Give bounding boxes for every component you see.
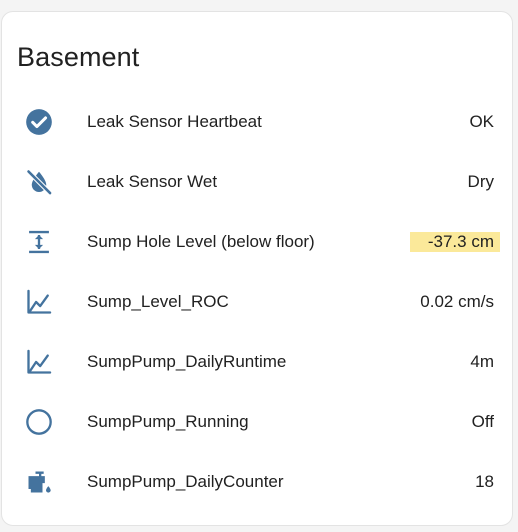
entity-row-sump-level-roc[interactable]: Sump_Level_ROC 0.02 cm/s	[2, 274, 512, 330]
entity-row-leak-sensor-heartbeat[interactable]: Leak Sensor Heartbeat OK	[2, 94, 512, 150]
entity-state: Off	[471, 412, 494, 431]
entity-row-sumppump-running[interactable]: SumpPump_Running Off	[2, 394, 512, 450]
card-title: Basement	[17, 42, 140, 72]
entity-label: SumpPump_DailyRuntime	[87, 352, 287, 371]
entity-state: 4m	[470, 352, 494, 371]
entity-label: SumpPump_DailyCounter	[87, 472, 284, 491]
entity-state: OK	[469, 112, 494, 131]
entity-row-sumppump-dailyruntime[interactable]: SumpPump_DailyRuntime 4m	[2, 334, 512, 390]
chart-line-icon	[25, 348, 53, 376]
circle-outline-icon	[25, 408, 53, 436]
entity-label: Leak Sensor Heartbeat	[87, 112, 262, 131]
entity-state: 18	[475, 472, 494, 491]
entity-row-sump-hole-level[interactable]: Sump Hole Level (below floor) -37.3 cm	[2, 214, 512, 270]
entities-card: Basement Leak Sensor Heartbeat OK Leak S…	[1, 11, 513, 526]
entity-state: -37.3 cm	[409, 232, 500, 252]
water-pump-icon	[25, 468, 53, 496]
arrow-expand-vertical-icon	[25, 228, 53, 256]
water-off-icon	[25, 168, 53, 196]
check-circle-icon	[25, 108, 53, 136]
entity-label: Sump_Level_ROC	[87, 292, 229, 311]
chart-line-icon	[25, 288, 53, 316]
entity-row-sumppump-dailycounter[interactable]: SumpPump_DailyCounter 18	[2, 454, 512, 510]
entity-state: Dry	[467, 172, 494, 191]
entity-row-leak-sensor-wet[interactable]: Leak Sensor Wet Dry	[2, 154, 512, 210]
entity-label: Sump Hole Level (below floor)	[87, 232, 315, 251]
entity-label: SumpPump_Running	[87, 412, 249, 431]
entity-state: 0.02 cm/s	[420, 292, 494, 311]
entity-label: Leak Sensor Wet	[87, 172, 218, 191]
